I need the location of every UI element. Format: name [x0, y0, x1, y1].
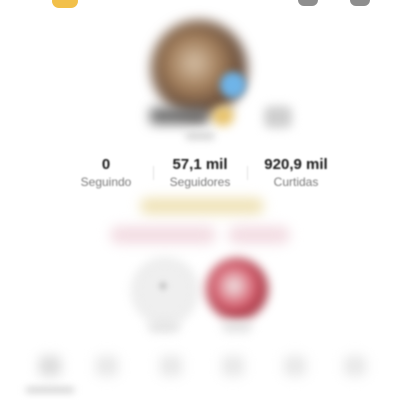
following-stat[interactable]: 0 Seguindo — [66, 156, 146, 190]
verified-badge-icon — [212, 106, 234, 126]
bio-text — [140, 198, 264, 214]
tab-icon[interactable] — [96, 356, 118, 376]
status-icon — [350, 0, 370, 6]
profile-link-button[interactable] — [228, 226, 290, 244]
status-icon — [298, 0, 318, 6]
active-tab-indicator — [26, 388, 74, 392]
likes-count: 920,9 mil — [264, 156, 328, 173]
tab-icon[interactable] — [284, 356, 306, 376]
username — [150, 108, 208, 124]
likes-stat[interactable]: 920,9 mil Curtidas — [248, 156, 344, 190]
tab-icon[interactable] — [160, 356, 182, 376]
tab-icon[interactable] — [344, 356, 366, 376]
followers-count: 57,1 mil — [172, 156, 228, 173]
plus-icon: + — [157, 276, 169, 296]
profile-avatar[interactable] — [151, 20, 247, 116]
profile-link-button[interactable] — [110, 226, 216, 244]
add-story-icon[interactable] — [220, 72, 246, 98]
following-count: 0 — [101, 156, 111, 173]
status-indicator — [52, 0, 78, 8]
followers-stat[interactable]: 57,1 mil Seguidores — [152, 156, 248, 190]
followers-label: Seguidores — [169, 175, 231, 189]
profile-stats: 0 Seguindo 57,1 mil Seguidores 920,9 mil… — [0, 156, 400, 196]
story-highlight[interactable] — [206, 258, 268, 320]
grid-tab-icon[interactable] — [39, 356, 61, 376]
tab-icon[interactable] — [222, 356, 244, 376]
likes-label: Curtidas — [273, 175, 319, 189]
profile-handle — [185, 132, 215, 140]
highlight-label — [222, 322, 252, 332]
following-label: Seguindo — [80, 175, 132, 189]
profile-action-button[interactable] — [264, 106, 292, 128]
highlight-label — [148, 322, 180, 332]
